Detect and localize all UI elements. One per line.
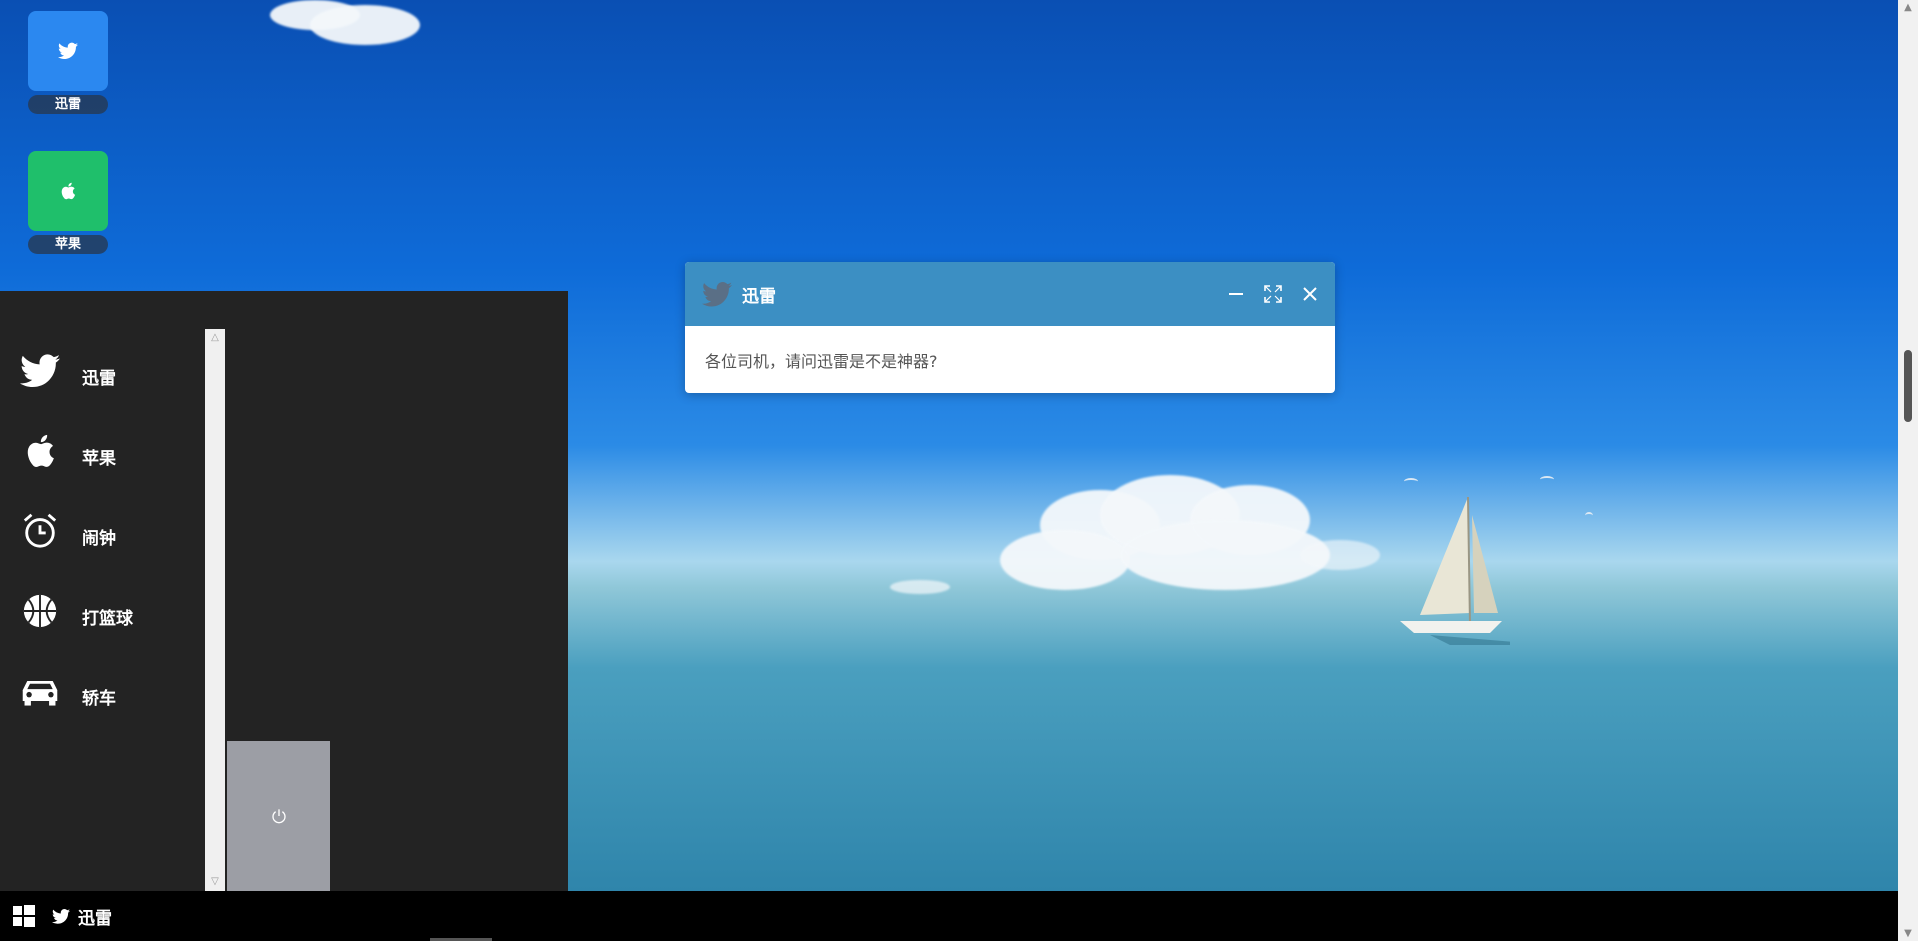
minimize-icon [1229,293,1243,295]
start-menu-item-alarm[interactable]: 闹钟 [0,491,205,571]
start-menu-item-label: 轿车 [82,688,116,709]
scrollbar-thumb[interactable] [1904,350,1912,422]
power-button[interactable] [227,741,330,891]
desktop-icon-label: 苹果 [28,235,108,254]
twitter-bird-icon [52,908,70,924]
scroll-down-arrow[interactable]: ▽ [205,874,225,890]
scroll-up-arrow[interactable]: ▲ [1898,2,1918,13]
car-icon [18,669,62,713]
start-button[interactable] [0,891,48,941]
twitter-bird-icon [58,42,78,59]
alarm-clock-icon [18,509,62,553]
desktop-icon-tile[interactable] [28,11,108,91]
start-menu-list: 迅雷 苹果 闹钟 打篮球 轿车 [0,331,205,731]
cloud [1120,520,1330,590]
page-scrollbar[interactable]: ▲ ▼ [1898,0,1918,941]
taskbar-app-label: 迅雷 [78,908,112,929]
cloud [310,5,420,45]
start-menu-item-car[interactable]: 轿车 [0,651,205,731]
basketball-icon [18,589,62,633]
power-icon [271,809,286,824]
start-menu-scrollbar[interactable]: △ ▽ [205,329,225,891]
maximize-button[interactable] [1261,282,1285,306]
desktop-icon-tile[interactable] [28,151,108,231]
scroll-down-arrow[interactable]: ▼ [1898,928,1918,939]
scroll-up-arrow[interactable]: △ [205,330,225,346]
start-menu-item-label: 苹果 [82,448,116,469]
seagull [1404,478,1418,485]
close-icon [1303,287,1317,301]
app-window-xunlei: 迅雷 各位司机，请问迅雷是不是神器? [685,262,1335,393]
apple-icon [61,182,76,200]
window-message: 各位司机，请问迅雷是不是神器? [705,352,938,371]
cloud [1000,530,1130,590]
start-menu-item-label: 闹钟 [82,528,116,549]
twitter-bird-icon [702,279,732,309]
start-menu-item-label: 打篮球 [82,608,133,629]
taskbar-app-xunlei[interactable]: 迅雷 [52,891,112,941]
minimize-button[interactable] [1224,282,1248,306]
start-menu-item-basketball[interactable]: 打篮球 [0,571,205,651]
seagull [1585,512,1593,519]
start-menu: 迅雷 苹果 闹钟 打篮球 轿车 △ ▽ [0,291,568,891]
seagull [1540,476,1554,483]
start-menu-item-label: 迅雷 [82,368,116,389]
windows-logo-icon [13,905,35,927]
start-menu-item-apple[interactable]: 苹果 [0,411,205,491]
cloud [890,580,950,594]
sailboat-illustration [1400,496,1510,645]
window-title: 迅雷 [742,286,776,307]
desktop-icon-apple[interactable]: 苹果 [28,151,108,254]
window-titlebar[interactable]: 迅雷 [685,262,1335,326]
desktop-icon-xunlei[interactable]: 迅雷 [28,11,108,114]
taskbar: 迅雷 [0,891,1898,941]
close-button[interactable] [1298,282,1322,306]
desktop-icon-label: 迅雷 [28,95,108,114]
start-menu-item-xunlei[interactable]: 迅雷 [0,331,205,411]
twitter-bird-icon [18,349,62,393]
apple-icon [18,429,62,473]
cloud [1300,540,1380,570]
maximize-icon [1264,285,1282,303]
